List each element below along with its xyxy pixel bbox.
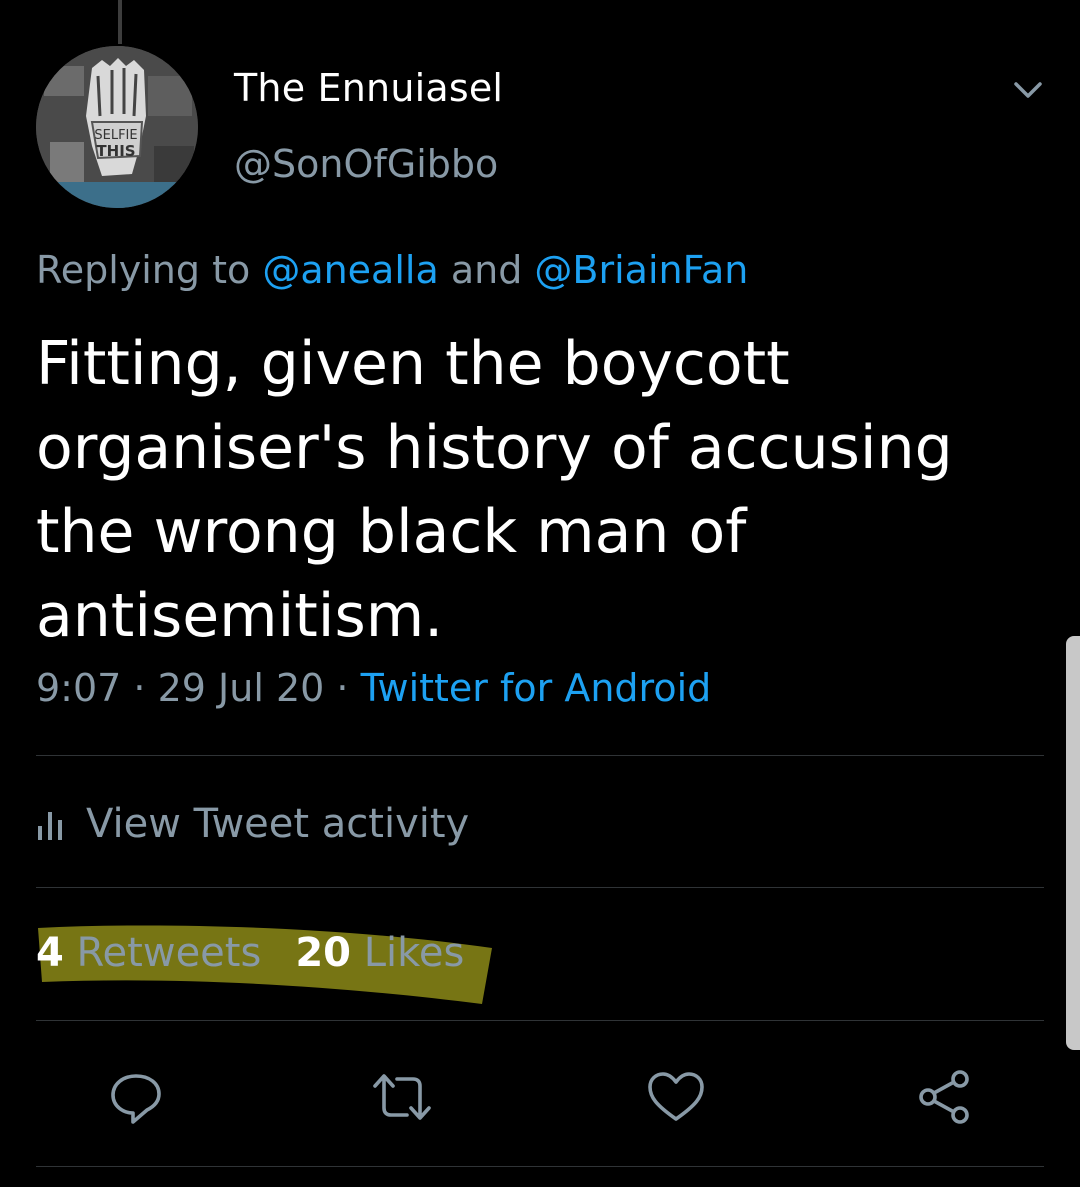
tweet-menu-button[interactable] (1008, 76, 1048, 106)
scrollbar-thumb[interactable] (1066, 636, 1080, 1050)
divider (36, 887, 1044, 888)
tweet-line: antisemitism. (36, 581, 444, 651)
retweets-count-link[interactable]: 4 Retweets (36, 930, 261, 976)
reply-button[interactable] (101, 1062, 171, 1132)
divider (36, 755, 1044, 756)
author-display-name[interactable]: The Ennuiasel (234, 66, 503, 110)
heart-icon (648, 1072, 704, 1121)
mention-link-briainfan[interactable]: @BriainFan (534, 248, 748, 292)
fist-poster-avatar-icon: SELFIE THIS (36, 46, 198, 208)
mention-link-anealla[interactable]: @anealla (262, 248, 438, 292)
bar-chart-icon (38, 812, 62, 840)
tweet-line: organiser's history of accusing (36, 413, 953, 483)
likes-count-link[interactable]: 20 Likes (295, 930, 464, 976)
retweet-icon (373, 1074, 431, 1120)
thread-connector-line (118, 0, 122, 44)
view-tweet-activity-button[interactable]: View Tweet activity (36, 798, 469, 850)
reply-icon (111, 1074, 161, 1124)
replying-to-prefix: Replying to (36, 248, 263, 292)
tweet-metadata: 9:07 · 29 Jul 20 · Twitter for Android (36, 666, 711, 710)
meta-separator: · (324, 666, 361, 710)
tweet-action-bar (0, 1062, 1080, 1132)
chevron-down-icon (1014, 82, 1042, 98)
share-icon (919, 1070, 969, 1124)
tweet-line: Fitting, given the boycott (36, 329, 790, 399)
divider (36, 1166, 1044, 1167)
avatar[interactable]: SELFIE THIS (36, 46, 198, 208)
like-button[interactable] (641, 1062, 711, 1132)
svg-text:THIS: THIS (96, 142, 135, 160)
engagement-stats: 4 Retweets 20 Likes (36, 930, 464, 976)
replying-to: Replying to @anealla and @BriainFan (36, 248, 748, 292)
likes-count: 20 (295, 930, 351, 976)
tweet-body: Fitting, given the boycott organiser's h… (36, 322, 976, 658)
divider (36, 1020, 1044, 1021)
author-handle[interactable]: @SonOfGibbo (234, 142, 498, 186)
likes-label: Likes (350, 930, 465, 976)
svg-text:SELFIE: SELFIE (94, 128, 137, 143)
share-button[interactable] (909, 1062, 979, 1132)
retweets-label: Retweets (63, 930, 262, 976)
tweet-source-link[interactable]: Twitter for Android (361, 666, 712, 710)
tweet-date: 29 Jul 20 (157, 666, 325, 710)
tweet-line: the wrong black man of (36, 497, 747, 567)
retweets-count: 4 (36, 930, 64, 976)
meta-separator: · (121, 666, 158, 710)
retweet-button[interactable] (367, 1062, 437, 1132)
replying-to-joiner: and (438, 248, 535, 292)
tweet-time: 9:07 (36, 666, 122, 710)
view-tweet-activity-label: View Tweet activity (86, 801, 470, 847)
